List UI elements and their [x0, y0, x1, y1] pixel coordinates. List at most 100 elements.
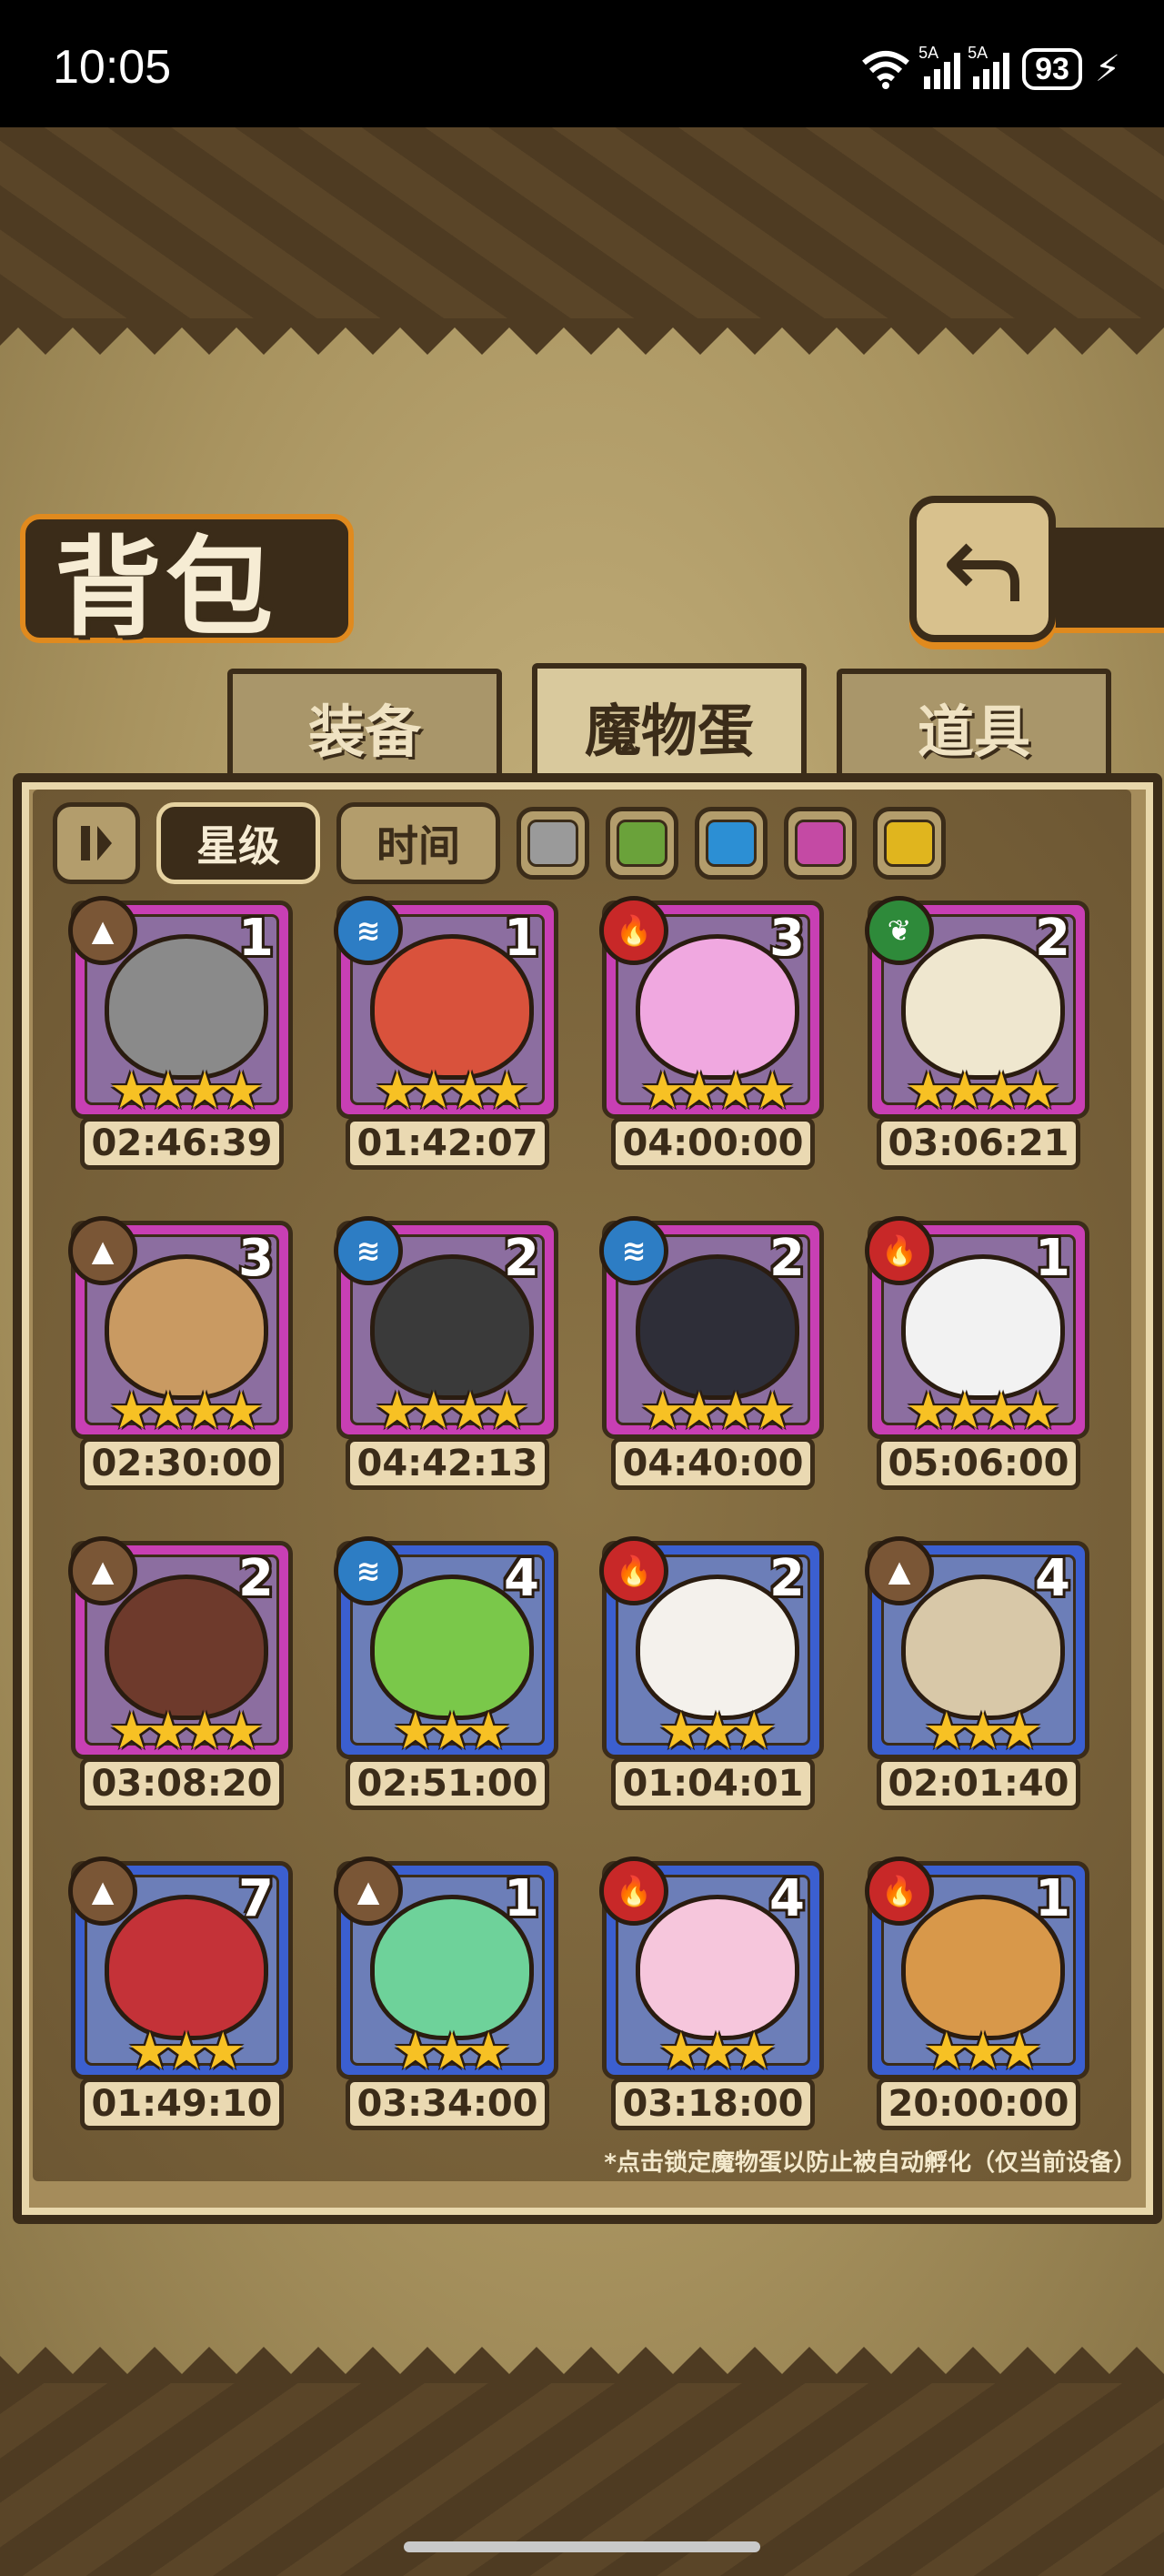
- element-icon: ❦: [865, 896, 934, 965]
- hatch-timer: 02:46:39: [80, 1117, 284, 1170]
- home-indicator[interactable]: [404, 2541, 760, 2552]
- back-button[interactable]: [909, 496, 1056, 642]
- lock-hint-note: *点击锁定魔物蛋以防止被自动孵化（仅当前设备）: [604, 2149, 1137, 2177]
- filter-gold-button[interactable]: [873, 807, 946, 880]
- element-icon: ≋: [334, 896, 403, 965]
- egg-card[interactable]: ▲ 4 ★★★ 02:01:40: [865, 1536, 1089, 1814]
- egg-count: 1: [1035, 1229, 1070, 1288]
- star-rating: ★★★: [392, 1702, 512, 1761]
- element-icon: ▲: [68, 1536, 137, 1605]
- egg-count: 4: [1035, 1549, 1070, 1608]
- tab-label: 装备: [307, 698, 421, 765]
- egg-card[interactable]: 🔥 1 ★★★★ 05:06:00: [865, 1216, 1089, 1494]
- star-rating: ★★★★: [108, 1382, 265, 1441]
- egg-card[interactable]: ≋ 2 ★★★★ 04:42:13: [334, 1216, 558, 1494]
- egg-frame: 🔥 1 ★★★★: [865, 1216, 1089, 1441]
- star-rating: ★★★: [657, 2022, 778, 2081]
- star-rating: ★★★★: [108, 1702, 265, 1761]
- sort-by-time-label: 时间: [376, 821, 460, 870]
- star-rating: ★★★★: [639, 1382, 796, 1441]
- tab-equipment[interactable]: 装备: [227, 669, 502, 784]
- hatch-timer: 04:42:13: [346, 1437, 549, 1490]
- egg-frame: ≋ 2 ★★★★: [599, 1216, 824, 1441]
- star-rating: ★★★★: [639, 1062, 796, 1121]
- element-icon: ≋: [334, 1536, 403, 1605]
- star-rating: ★★★: [392, 2022, 512, 2081]
- egg-count: 1: [504, 1869, 539, 1928]
- zigzag-border-bottom: [0, 2347, 1164, 2383]
- sort-by-star-button[interactable]: 星级: [156, 802, 320, 884]
- hatch-timer: 03:34:00: [346, 2078, 549, 2130]
- hatch-timer: 02:30:00: [80, 1437, 284, 1490]
- egg-count: 2: [504, 1229, 539, 1288]
- element-icon: 🔥: [599, 1536, 668, 1605]
- filter-purple-button[interactable]: [784, 807, 857, 880]
- filter-gold-swatch: [884, 820, 935, 867]
- element-icon: 🔥: [599, 896, 668, 965]
- egg-frame: 🔥 2 ★★★: [599, 1536, 824, 1761]
- sort-toggle-button[interactable]: [53, 802, 140, 884]
- egg-frame: ▲ 1 ★★★★: [68, 896, 293, 1121]
- egg-frame: ≋ 2 ★★★★: [334, 1216, 558, 1441]
- battery-level: 93: [1035, 51, 1069, 86]
- signal-icon-2: 5A: [968, 44, 1010, 89]
- egg-card[interactable]: ≋ 4 ★★★ 02:51:00: [334, 1536, 558, 1814]
- star-rating: ★★★★: [905, 1382, 1061, 1441]
- egg-card[interactable]: ≋ 2 ★★★★ 04:40:00: [599, 1216, 824, 1494]
- egg-count: 2: [769, 1229, 805, 1288]
- star-rating: ★★★: [923, 2022, 1043, 2081]
- egg-count: 4: [769, 1869, 805, 1928]
- star-rating: ★★★★: [108, 1062, 265, 1121]
- filter-blue-button[interactable]: [695, 807, 768, 880]
- star-rating: ★★★★: [374, 1382, 530, 1441]
- element-icon: 🔥: [599, 1857, 668, 1926]
- egg-card[interactable]: ▲ 7 ★★★ 01:49:10: [68, 1857, 293, 2134]
- element-icon: ▲: [68, 896, 137, 965]
- egg-card[interactable]: 🔥 4 ★★★ 03:18:00: [599, 1857, 824, 2134]
- map-background-top: [0, 127, 1164, 318]
- tab-label: 魔物蛋: [584, 697, 754, 764]
- egg-card[interactable]: ▲ 3 ★★★★ 02:30:00: [68, 1216, 293, 1494]
- back-arrow-icon: [946, 542, 1019, 601]
- hatch-timer: 03:06:21: [877, 1117, 1080, 1170]
- egg-card[interactable]: ▲ 2 ★★★★ 03:08:20: [68, 1536, 293, 1814]
- back-bar-decoration: [1037, 528, 1164, 633]
- egg-frame: ≋ 4 ★★★: [334, 1536, 558, 1761]
- egg-card[interactable]: ≋ 1 ★★★★ 01:42:07: [334, 896, 558, 1173]
- star-rating: ★★★: [923, 1702, 1043, 1761]
- hatch-timer: 02:51:00: [346, 1757, 549, 1810]
- filter-purple-swatch: [795, 820, 846, 867]
- tab-label: 道具: [917, 698, 1030, 765]
- egg-frame: 🔥 3 ★★★★: [599, 896, 824, 1121]
- hatch-timer: 01:04:01: [611, 1757, 815, 1810]
- egg-count: 3: [238, 1229, 274, 1288]
- egg-card[interactable]: ❦ 2 ★★★★ 03:06:21: [865, 896, 1089, 1173]
- egg-count: 4: [504, 1549, 539, 1608]
- egg-card[interactable]: 🔥 2 ★★★ 01:04:01: [599, 1536, 824, 1814]
- hatch-timer: 03:18:00: [611, 2078, 815, 2130]
- charging-icon: ⚡: [1094, 48, 1120, 90]
- signal-icon-1: 5A: [918, 44, 961, 89]
- element-icon: ▲: [68, 1857, 137, 1926]
- egg-card[interactable]: 🔥 1 ★★★ 20:00:00: [865, 1857, 1089, 2134]
- status-icons: 5A 5A 93 ⚡: [860, 42, 1120, 96]
- egg-card[interactable]: 🔥 3 ★★★★ 04:00:00: [599, 896, 824, 1173]
- egg-frame: ▲ 1 ★★★: [334, 1857, 558, 2081]
- filter-green-swatch: [617, 820, 667, 867]
- egg-frame: 🔥 4 ★★★: [599, 1857, 824, 2081]
- tab-monster-eggs[interactable]: 魔物蛋: [532, 663, 807, 788]
- sort-by-time-button[interactable]: 时间: [336, 802, 500, 884]
- egg-card[interactable]: ▲ 1 ★★★ 03:34:00: [334, 1857, 558, 2134]
- hatch-timer: 05:06:00: [877, 1437, 1080, 1490]
- filter-green-button[interactable]: [606, 807, 678, 880]
- hatch-timer: 03:08:20: [80, 1757, 284, 1810]
- element-icon: ≋: [334, 1216, 403, 1285]
- egg-card[interactable]: ▲ 1 ★★★★ 02:46:39: [68, 896, 293, 1173]
- element-icon: ≋: [599, 1216, 668, 1285]
- tab-items[interactable]: 道具: [837, 669, 1111, 784]
- element-icon: 🔥: [865, 1216, 934, 1285]
- egg-frame: 🔥 1 ★★★: [865, 1857, 1089, 2081]
- filter-gray-button[interactable]: [517, 807, 589, 880]
- sort-by-star-label: 星级: [196, 821, 280, 870]
- hatch-timer: 04:00:00: [611, 1117, 815, 1170]
